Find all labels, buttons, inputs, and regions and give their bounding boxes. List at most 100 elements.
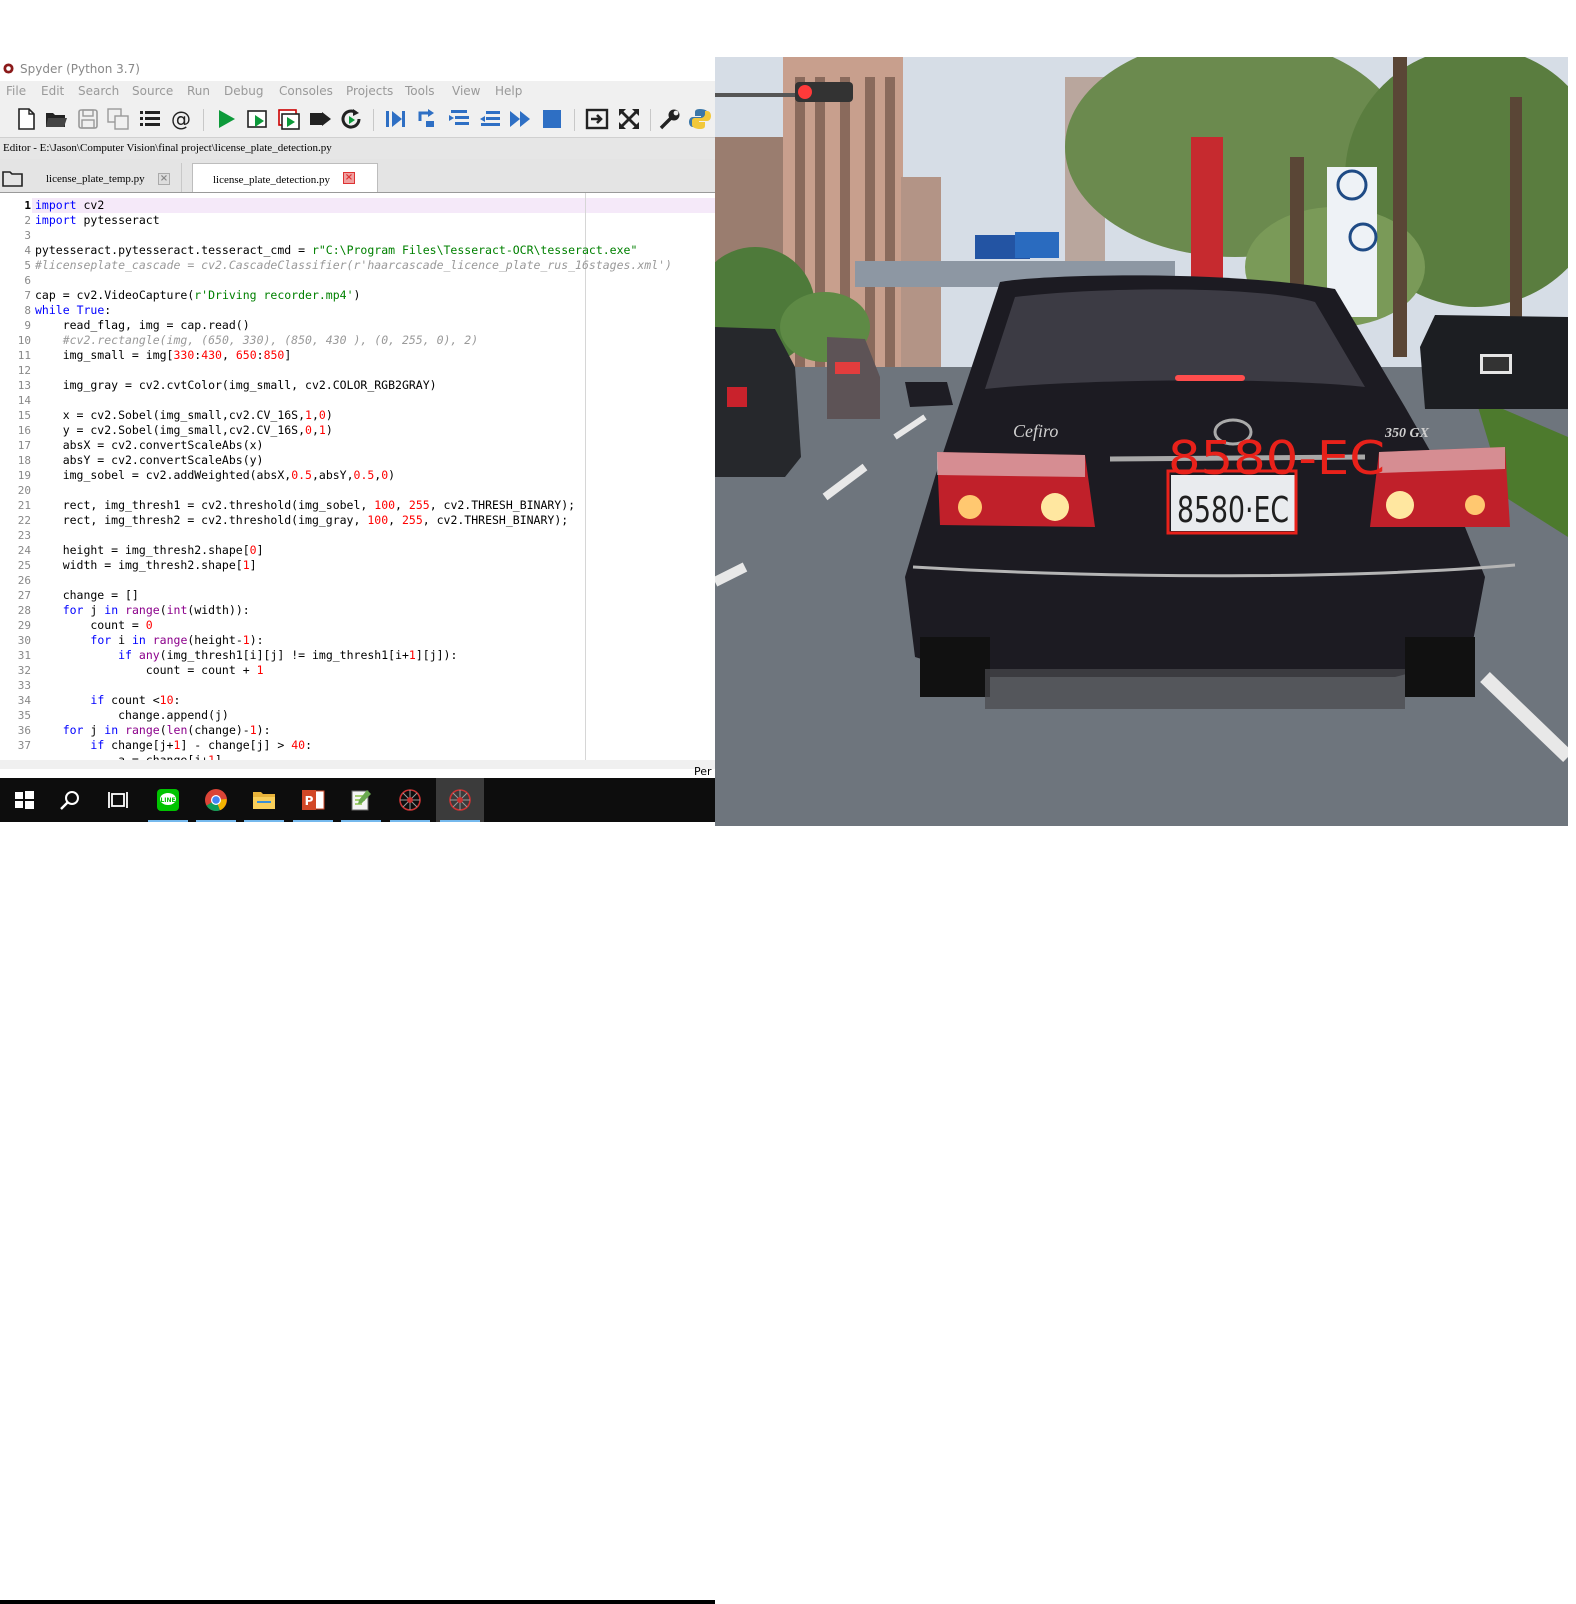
line-number: 11 [17, 349, 31, 362]
line-number: 15 [17, 409, 31, 422]
line-number: 26 [17, 574, 31, 587]
code-line: count = count + 1 [35, 663, 264, 677]
line-number: 25 [17, 559, 31, 572]
save-all-icon[interactable] [106, 107, 130, 131]
code-line: absX = cv2.convertScaleAbs(x) [35, 438, 264, 452]
line-number: 28 [17, 604, 31, 617]
step-icon[interactable] [416, 107, 440, 131]
line-number: 31 [17, 649, 31, 662]
line-number: 12 [17, 364, 31, 377]
title-bar: Spyder (Python 3.7) [0, 57, 715, 81]
close-icon[interactable]: × [158, 173, 170, 185]
tab-label: license_plate_detection.py [213, 174, 330, 186]
maximize-pane-icon[interactable] [585, 107, 609, 131]
code-line: height = img_thresh2.shape[0] [35, 543, 264, 557]
spyder-window: Spyder (Python 3.7) File Edit Search Sou… [0, 57, 715, 769]
open-folder-icon[interactable] [44, 107, 68, 131]
debug-icon[interactable] [383, 107, 407, 131]
dashcam-scene: Cefiro 350 GX 8580·EC 8580-EC [715, 57, 1568, 826]
task-view-icon[interactable] [94, 778, 142, 822]
search-icon[interactable] [46, 778, 94, 822]
chrome-icon[interactable] [192, 778, 240, 822]
line-app-icon[interactable]: LINE [144, 778, 192, 822]
status-text: Per [694, 765, 712, 778]
run-selection-icon[interactable] [308, 107, 332, 131]
code-line: count = 0 [35, 618, 153, 632]
windows-start-icon[interactable] [0, 778, 48, 822]
menu-tools[interactable]: Tools [405, 84, 435, 98]
run-icon[interactable] [214, 107, 238, 131]
line-number: 27 [17, 589, 31, 602]
code-line: if any(img_thresh1[i][j] != img_thresh1[… [118, 648, 458, 662]
car-model-badge: 350 GX [1384, 426, 1430, 441]
spyder-icon[interactable] [386, 778, 434, 822]
python-path-icon[interactable] [688, 107, 712, 131]
tab-label: license_plate_temp.py [46, 173, 145, 185]
editor-tab-bar: license_plate_temp.py × license_plate_de… [0, 159, 715, 193]
code-line: y = cv2.Sobel(img_small,cv2.CV_16S,0,1) [35, 423, 333, 437]
close-icon[interactable]: × [343, 172, 355, 184]
run-cell-advance-icon[interactable] [277, 107, 301, 131]
step-return-icon[interactable] [478, 107, 502, 131]
menu-help[interactable]: Help [495, 84, 522, 98]
menu-debug[interactable]: Debug [224, 84, 263, 98]
menu-source[interactable]: Source [132, 84, 173, 98]
code-line: rect, img_thresh2 = cv2.threshold(img_gr… [35, 513, 569, 527]
line-number: 32 [17, 664, 31, 677]
code-text[interactable]: import cv2 import pytesseract pytesseract.… [35, 198, 672, 760]
code-line: cap = cv2.VideoCapture(r'Driving recorde… [35, 288, 361, 302]
editor-path-bar: Editor - E:\Jason\Computer Vision\final … [0, 137, 715, 159]
at-icon[interactable]: @ [169, 107, 193, 131]
window-title: Spyder (Python 3.7) [20, 62, 140, 76]
line-number: 3 [24, 229, 31, 242]
list-icon[interactable] [138, 107, 162, 131]
code-line: while True: [35, 303, 112, 317]
notepad-plus-icon[interactable] [337, 778, 385, 822]
line-number: 35 [17, 709, 31, 722]
code-line: change = [] [35, 588, 139, 602]
spyder-logo-icon [3, 63, 14, 74]
preferences-icon[interactable] [658, 107, 682, 131]
new-file-icon[interactable] [14, 107, 38, 131]
menu-projects[interactable]: Projects [346, 84, 393, 98]
browse-tabs-icon[interactable] [2, 169, 24, 187]
line-number: 6 [24, 274, 31, 287]
menu-run[interactable]: Run [187, 84, 210, 98]
step-into-icon[interactable] [447, 107, 471, 131]
run-cell-icon[interactable] [246, 107, 270, 131]
menu-file[interactable]: File [6, 84, 26, 98]
line-number: 10 [17, 334, 31, 347]
code-line: #licenseplate_cascade = cv2.CascadeClass… [35, 258, 672, 272]
save-icon[interactable] [76, 107, 100, 131]
line-number: 20 [17, 484, 31, 497]
tab-license-plate-detection[interactable]: license_plate_detection.py × [192, 163, 378, 192]
continue-icon[interactable] [508, 107, 532, 131]
code-line: read_flag, img = cap.read() [35, 318, 250, 332]
stop-icon[interactable] [540, 107, 564, 131]
svg-text:@: @ [171, 107, 191, 131]
line-number: 29 [17, 619, 31, 632]
line-number: 21 [17, 499, 31, 512]
line-number: 7 [24, 289, 31, 302]
menu-edit[interactable]: Edit [41, 84, 64, 98]
code-line: a = change[j+1] [35, 753, 222, 760]
tab-license-plate-temp[interactable]: license_plate_temp.py × [30, 163, 182, 192]
code-line: img_sobel = cv2.addWeighted(absX,0.5,abs… [35, 468, 396, 482]
code-editor[interactable]: 1 2 3 4 5 6 7 8 9 10 11 12 13 14 15 16 17 18 19 20 21 22 23 24 2… [0, 193, 715, 760]
line-number: 34 [17, 694, 31, 707]
code-line: #cv2.rectangle(img, (650, 330), (850, 43… [62, 333, 479, 347]
fullscreen-icon[interactable] [617, 107, 641, 131]
menu-search[interactable]: Search [78, 84, 119, 98]
spyder-icon[interactable] [436, 778, 484, 822]
rerun-icon[interactable] [339, 107, 363, 131]
file-explorer-icon[interactable] [240, 778, 288, 822]
video-frame: Cefiro 350 GX 8580·EC 8580-EC [715, 57, 1568, 826]
taskbar: LINE P [0, 778, 715, 1604]
powerpoint-icon[interactable]: P [289, 778, 337, 822]
menu-consoles[interactable]: Consoles [279, 84, 333, 98]
menu-view[interactable]: View [452, 84, 480, 98]
svg-text:LINE: LINE [160, 797, 175, 804]
